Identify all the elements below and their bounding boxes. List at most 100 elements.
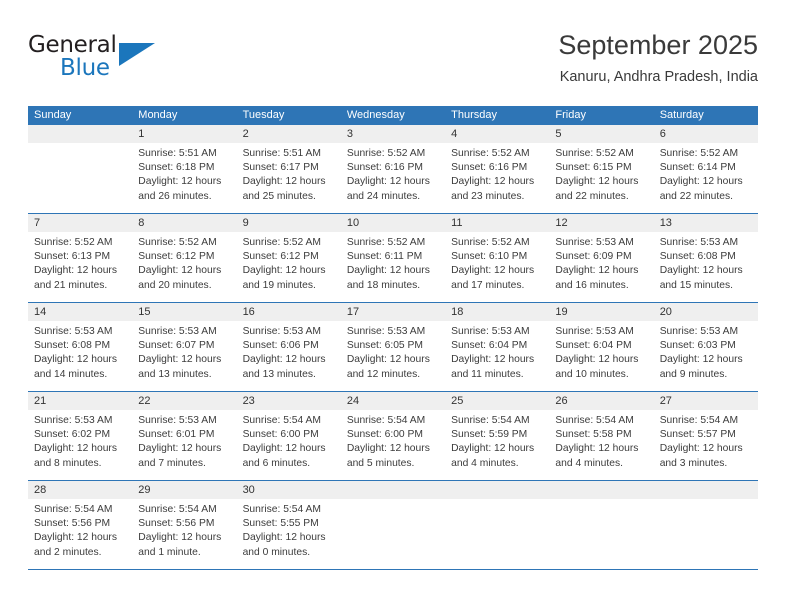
- page-header: General Blue September 2025 Kanuru, Andh…: [28, 28, 758, 96]
- daylight-text-line1: Daylight: 12 hours: [242, 354, 326, 366]
- day-number: 8: [132, 214, 237, 232]
- day-number: 23: [236, 392, 341, 410]
- daylight-text-line2: and 10 minutes.: [555, 368, 629, 380]
- day-cell[interactable]: 21 Sunrise: 5:53 AM Sunset: 6:02 PM Dayligh…: [28, 392, 133, 480]
- day-details: Sunrise: 5:53 AM Sunset: 6:03 PM Daylight:…: [654, 321, 758, 382]
- day-details: Sunrise: 5:52 AM Sunset: 6:16 PM Daylight:…: [445, 143, 549, 204]
- daylight-text-line1: Daylight: 12 hours: [659, 354, 743, 366]
- day-cell[interactable]: 17 Sunrise: 5:53 AM Sunset: 6:05 PM Dayligh…: [340, 303, 446, 391]
- day-number: 24: [340, 392, 446, 410]
- day-cell[interactable]: 5 Sunrise: 5:52 AM Sunset: 6:15 PM Daylight…: [549, 125, 654, 213]
- day-details: [549, 499, 653, 503]
- calendar-week-row: 7 Sunrise: 5:52 AM Sunset: 6:13 PM Daylight…: [28, 213, 758, 302]
- day-cell[interactable]: 15 Sunrise: 5:53 AM Sunset: 6:07 PM Dayligh…: [132, 303, 237, 391]
- day-cell[interactable]: 26 Sunrise: 5:54 AM Sunset: 5:58 PM Dayligh…: [549, 392, 654, 480]
- weekday-header-monday: Monday: [138, 109, 178, 121]
- logo-triangle-icon: [119, 43, 155, 66]
- sunrise-text: Sunrise: 5:53 AM: [555, 237, 634, 248]
- day-cell[interactable]: 2 Sunrise: 5:51 AM Sunset: 6:17 PM Daylight…: [236, 125, 341, 213]
- daylight-text-line1: Daylight: 12 hours: [34, 532, 117, 544]
- sunrise-text: Sunrise: 5:53 AM: [34, 326, 113, 337]
- day-cell[interactable]: 6 Sunrise: 5:52 AM Sunset: 6:14 PM Daylight…: [653, 125, 758, 213]
- day-cell[interactable]: 16 Sunrise: 5:53 AM Sunset: 6:06 PM Dayligh…: [236, 303, 341, 391]
- day-cell[interactable]: 20 Sunrise: 5:53 AM Sunset: 6:03 PM Dayligh…: [653, 303, 758, 391]
- day-number: 22: [132, 392, 237, 410]
- sunrise-text: Sunrise: 5:52 AM: [659, 148, 739, 159]
- day-number: 29: [132, 481, 237, 499]
- day-cell[interactable]: 13 Sunrise: 5:53 AM Sunset: 6:08 PM Dayligh…: [653, 214, 758, 302]
- sunrise-text: Sunrise: 5:53 AM: [242, 326, 321, 337]
- daylight-text-line2: and 4 minutes.: [451, 457, 519, 469]
- sunrise-text: Sunrise: 5:54 AM: [242, 504, 321, 515]
- day-number: 16: [236, 303, 341, 321]
- day-cell[interactable]: 3 Sunrise: 5:52 AM Sunset: 6:16 PM Daylight…: [340, 125, 446, 213]
- day-details: Sunrise: 5:53 AM Sunset: 6:05 PM Daylight:…: [341, 321, 445, 382]
- sunrise-text: Sunrise: 5:54 AM: [346, 415, 426, 426]
- day-cell[interactable]: 24 Sunrise: 5:54 AM Sunset: 6:00 PM Dayligh…: [340, 392, 446, 480]
- day-details: Sunrise: 5:52 AM Sunset: 6:16 PM Daylight:…: [341, 143, 445, 204]
- day-number: 20: [653, 303, 758, 321]
- general-blue-logo: General Blue: [28, 32, 158, 88]
- sunset-text: Sunset: 6:08 PM: [659, 251, 736, 263]
- day-cell[interactable]: 1 Sunrise: 5:51 AM Sunset: 6:18 PM Daylight…: [132, 125, 237, 213]
- daylight-text-line1: Daylight: 12 hours: [34, 265, 117, 277]
- day-cell-empty: [340, 481, 446, 569]
- day-cell[interactable]: 10 Sunrise: 5:52 AM Sunset: 6:11 PM Dayligh…: [340, 214, 446, 302]
- sunrise-text: Sunrise: 5:54 AM: [555, 415, 634, 426]
- day-details: Sunrise: 5:53 AM Sunset: 6:09 PM Daylight:…: [549, 232, 653, 293]
- sunrise-text: Sunrise: 5:51 AM: [242, 148, 321, 159]
- sunrise-text: Sunrise: 5:52 AM: [451, 237, 530, 248]
- day-number: 14: [28, 303, 133, 321]
- day-cell[interactable]: 30 Sunrise: 5:54 AM Sunset: 5:55 PM Dayligh…: [236, 481, 341, 569]
- day-number: 28: [28, 481, 133, 499]
- daylight-text-line1: Daylight: 12 hours: [346, 443, 430, 455]
- sunset-text: Sunset: 5:57 PM: [659, 429, 736, 441]
- sunset-text: Sunset: 6:01 PM: [138, 429, 215, 441]
- daylight-text-line1: Daylight: 12 hours: [138, 354, 222, 366]
- day-cell[interactable]: 8 Sunrise: 5:52 AM Sunset: 6:12 PM Daylight…: [132, 214, 237, 302]
- sunrise-text: Sunrise: 5:52 AM: [138, 237, 217, 248]
- day-details: Sunrise: 5:52 AM Sunset: 6:11 PM Daylight:…: [341, 232, 445, 293]
- sunrise-text: Sunrise: 5:52 AM: [346, 148, 426, 159]
- day-cell[interactable]: 7 Sunrise: 5:52 AM Sunset: 6:13 PM Daylight…: [28, 214, 133, 302]
- day-cell-empty: [653, 481, 758, 569]
- daylight-text-line1: Daylight: 12 hours: [346, 176, 430, 188]
- day-number: 18: [445, 303, 550, 321]
- day-cell[interactable]: 4 Sunrise: 5:52 AM Sunset: 6:16 PM Daylight…: [445, 125, 550, 213]
- day-number: [445, 481, 550, 499]
- daylight-text-line1: Daylight: 12 hours: [555, 354, 639, 366]
- day-cell[interactable]: 11 Sunrise: 5:52 AM Sunset: 6:10 PM Dayligh…: [445, 214, 550, 302]
- day-cell[interactable]: 19 Sunrise: 5:53 AM Sunset: 6:04 PM Dayligh…: [549, 303, 654, 391]
- daylight-text-line2: and 9 minutes.: [659, 368, 728, 380]
- sunset-text: Sunset: 6:16 PM: [346, 162, 423, 174]
- sunset-text: Sunset: 6:11 PM: [346, 251, 423, 263]
- day-details: Sunrise: 5:53 AM Sunset: 6:02 PM Daylight:…: [28, 410, 132, 471]
- daylight-text-line1: Daylight: 12 hours: [555, 443, 639, 455]
- day-cell[interactable]: 22 Sunrise: 5:53 AM Sunset: 6:01 PM Dayligh…: [132, 392, 237, 480]
- sunset-text: Sunset: 6:17 PM: [242, 162, 319, 174]
- daylight-text-line2: and 22 minutes.: [555, 190, 629, 202]
- day-cell[interactable]: 18 Sunrise: 5:53 AM Sunset: 6:04 PM Dayligh…: [445, 303, 550, 391]
- day-details: Sunrise: 5:52 AM Sunset: 6:10 PM Daylight:…: [445, 232, 549, 293]
- daylight-text-line2: and 16 minutes.: [555, 279, 629, 291]
- day-details: Sunrise: 5:52 AM Sunset: 6:15 PM Daylight:…: [549, 143, 653, 204]
- day-details: Sunrise: 5:53 AM Sunset: 6:04 PM Daylight:…: [549, 321, 653, 382]
- day-cell[interactable]: 9 Sunrise: 5:52 AM Sunset: 6:12 PM Daylight…: [236, 214, 341, 302]
- sunrise-text: Sunrise: 5:53 AM: [346, 326, 426, 337]
- day-cell[interactable]: 12 Sunrise: 5:53 AM Sunset: 6:09 PM Dayligh…: [549, 214, 654, 302]
- sunset-text: Sunset: 5:59 PM: [451, 429, 528, 441]
- sunrise-text: Sunrise: 5:52 AM: [346, 237, 426, 248]
- sunset-text: Sunset: 6:18 PM: [138, 162, 215, 174]
- day-cell[interactable]: 25 Sunrise: 5:54 AM Sunset: 5:59 PM Dayligh…: [445, 392, 550, 480]
- day-details: Sunrise: 5:51 AM Sunset: 6:18 PM Daylight:…: [132, 143, 236, 204]
- day-cell[interactable]: 27 Sunrise: 5:54 AM Sunset: 5:57 PM Dayligh…: [653, 392, 758, 480]
- calendar-grid: Sunday Monday Tuesday Wednesday Thursday Frid…: [28, 106, 758, 570]
- day-cell[interactable]: 14 Sunrise: 5:53 AM Sunset: 6:08 PM Dayligh…: [28, 303, 133, 391]
- day-number: 1: [132, 125, 237, 143]
- day-cell[interactable]: 28 Sunrise: 5:54 AM Sunset: 5:56 PM Dayligh…: [28, 481, 133, 569]
- day-number: [340, 481, 446, 499]
- day-cell[interactable]: 29 Sunrise: 5:54 AM Sunset: 5:56 PM Dayligh…: [132, 481, 237, 569]
- day-details: Sunrise: 5:53 AM Sunset: 6:08 PM Daylight:…: [28, 321, 132, 382]
- day-cell[interactable]: 23 Sunrise: 5:54 AM Sunset: 6:00 PM Dayligh…: [236, 392, 341, 480]
- day-details: Sunrise: 5:54 AM Sunset: 5:58 PM Daylight:…: [549, 410, 653, 471]
